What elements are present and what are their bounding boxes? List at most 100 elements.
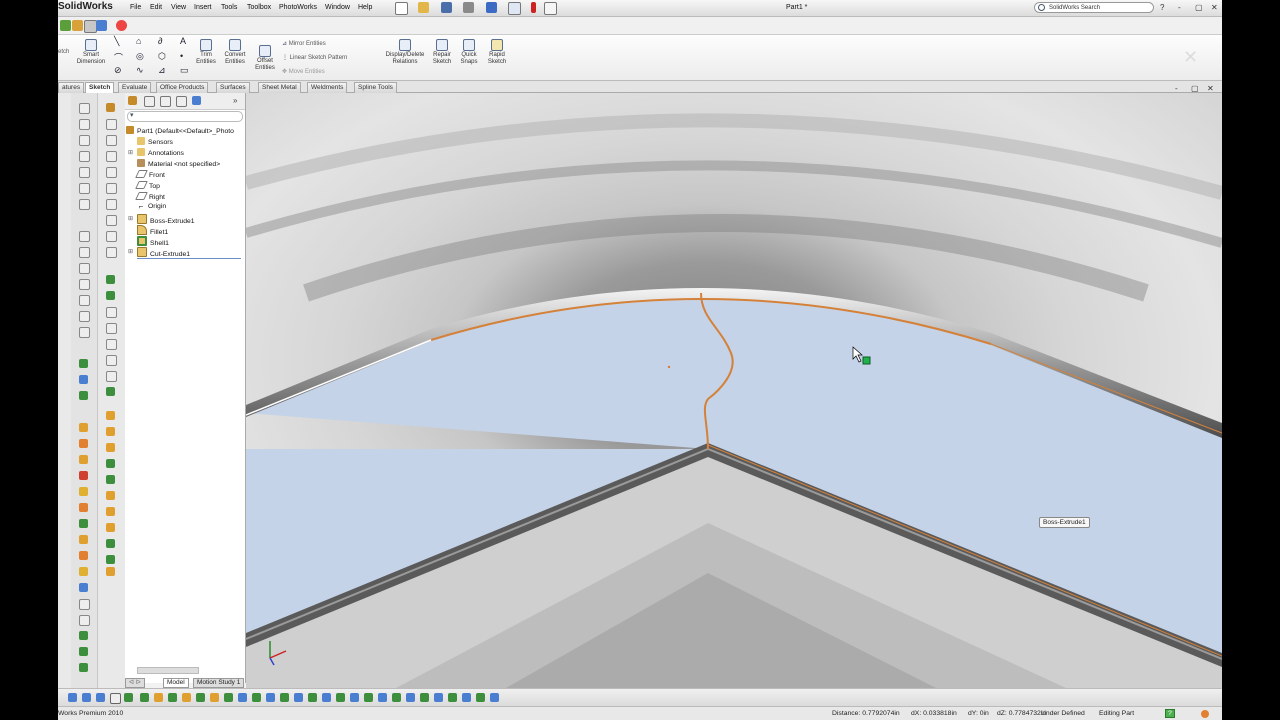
tool-icon[interactable] xyxy=(106,459,115,468)
expand-chevron-icon[interactable]: » xyxy=(233,96,237,105)
tool-icon[interactable] xyxy=(106,231,117,242)
toolbar-icon[interactable] xyxy=(96,693,105,702)
menu-window[interactable]: Window xyxy=(325,4,350,11)
feature-icon[interactable] xyxy=(79,359,88,368)
mirror-entities-button[interactable]: ⊿ Mirror Entities xyxy=(282,40,326,47)
toolbar-icon[interactable] xyxy=(140,693,149,702)
toolbar-icon[interactable] xyxy=(280,693,289,702)
sketch-entity-icon[interactable] xyxy=(79,183,90,194)
offset-entities-button[interactable]: Offset Entities xyxy=(252,45,278,72)
feature-icon[interactable] xyxy=(79,487,88,496)
fillet-tool-icon[interactable]: ⊿ xyxy=(158,65,166,76)
part-icon[interactable] xyxy=(72,20,83,31)
toolbar-icon[interactable] xyxy=(308,693,317,702)
menu-view[interactable]: View xyxy=(171,4,186,11)
feature-icon[interactable] xyxy=(79,583,88,592)
menu-insert[interactable]: Insert xyxy=(194,4,212,11)
maximize-button[interactable]: ▢ xyxy=(1195,3,1203,12)
feature-icon[interactable] xyxy=(79,503,88,512)
sketch-entity-icon[interactable] xyxy=(79,231,90,242)
text-tool-icon[interactable]: A xyxy=(180,36,186,46)
linear-pattern-button[interactable]: ⋮ Linear Sketch Pattern xyxy=(282,54,347,61)
feature-icon[interactable] xyxy=(79,471,88,480)
tool-icon[interactable] xyxy=(106,355,117,366)
curve-tool-icon[interactable]: ∿ xyxy=(136,65,144,76)
toolbar-icon[interactable] xyxy=(336,693,345,702)
tab-evaluate[interactable]: Evaluate xyxy=(118,82,152,93)
options-icon[interactable] xyxy=(96,20,107,31)
sketch-entity-icon[interactable] xyxy=(79,295,90,306)
tool-icon[interactable] xyxy=(106,555,115,564)
tool-icon[interactable] xyxy=(106,167,117,178)
tree-item-shell1[interactable]: Shell1 xyxy=(137,236,169,247)
tree-item-top-plane[interactable]: Top xyxy=(135,181,160,190)
tab-features[interactable]: atures xyxy=(58,82,85,93)
viewport-restore-button[interactable]: ▢ xyxy=(1191,84,1199,93)
circle-tool-icon[interactable]: ◎ xyxy=(136,51,144,62)
tree-item-origin[interactable]: ⌐ Origin xyxy=(137,203,166,211)
tree-item-sensors[interactable]: Sensors xyxy=(137,137,173,146)
toolbar-icon[interactable] xyxy=(168,693,177,702)
toolbar-icon[interactable] xyxy=(448,693,457,702)
menu-file[interactable]: File xyxy=(130,4,141,11)
tool-icon[interactable] xyxy=(106,539,115,548)
point-tool-icon[interactable]: • xyxy=(180,51,183,61)
rectangle-tool-icon[interactable]: ⌂ xyxy=(136,36,141,46)
toolbar-icon[interactable] xyxy=(110,693,121,704)
feature-icon[interactable] xyxy=(79,599,90,610)
tool-icon[interactable] xyxy=(106,475,115,484)
tree-item-cut-extrude1[interactable]: Cut-Extrude1 xyxy=(137,247,241,259)
open-folder-icon[interactable] xyxy=(418,2,429,13)
tree-item-boss-extrude1[interactable]: Boss-Extrude1 xyxy=(137,214,195,225)
toolbar-icon[interactable] xyxy=(238,693,247,702)
graphics-viewport[interactable]: Boss-Extrude1 xyxy=(246,93,1222,688)
viewport-minimize-button[interactable]: - xyxy=(1175,84,1178,93)
new-document-icon[interactable] xyxy=(395,2,408,15)
toolbar-icon[interactable] xyxy=(434,693,443,702)
feature-icon[interactable] xyxy=(79,375,88,384)
search-input[interactable]: SolidWorks Search xyxy=(1034,2,1154,13)
tab-sketch[interactable]: Sketch xyxy=(85,82,115,93)
viewport-close-button[interactable]: ✕ xyxy=(1207,84,1214,93)
feature-icon[interactable] xyxy=(79,615,90,626)
spline-tool-icon[interactable]: ∂ xyxy=(158,36,162,46)
feature-icon[interactable] xyxy=(79,551,88,560)
toolbar-icon[interactable] xyxy=(322,693,331,702)
tree-item-material[interactable]: Material <not specified> xyxy=(137,159,220,168)
file-properties-icon[interactable] xyxy=(544,2,557,15)
property-manager-icon[interactable] xyxy=(144,96,155,107)
ellipse-tool-icon[interactable]: ⊘ xyxy=(114,65,122,76)
dimxpert-icon[interactable] xyxy=(176,96,187,107)
tab-weldments[interactable]: Weldments xyxy=(307,82,348,93)
feature-icon[interactable] xyxy=(79,519,88,528)
feature-manager-icon[interactable] xyxy=(128,96,137,105)
feature-icon[interactable] xyxy=(79,647,88,656)
sketch-entity-icon[interactable] xyxy=(79,135,90,146)
toolbar-icon[interactable] xyxy=(182,693,191,702)
toolbar-icon[interactable] xyxy=(364,693,373,702)
sketch-entity-icon[interactable] xyxy=(79,167,90,178)
toolbar-icon[interactable] xyxy=(476,693,485,702)
rebuild-icon[interactable] xyxy=(531,2,536,13)
tree-filter-input[interactable]: ▾ xyxy=(127,111,243,122)
tool-icon[interactable] xyxy=(106,135,117,146)
tree-item-fillet1[interactable]: Fillet1 xyxy=(137,225,168,236)
sketch-entity-icon[interactable] xyxy=(79,151,90,162)
tree-root-part[interactable]: Part1 (Default<<Default>_Photo xyxy=(126,126,234,135)
tree-item-annotations[interactable]: Annotations xyxy=(137,148,184,157)
save-icon[interactable] xyxy=(441,2,452,13)
toolbar-icon[interactable] xyxy=(210,693,219,702)
convert-entities-button[interactable]: Convert Entities xyxy=(220,39,250,66)
sketch-entity-icon[interactable] xyxy=(79,327,90,338)
tree-item-front-plane[interactable]: Front xyxy=(135,170,165,179)
tab-office-products[interactable]: Office Products xyxy=(156,82,209,93)
menu-edit[interactable]: Edit xyxy=(150,4,162,11)
tool-icon[interactable] xyxy=(106,103,115,112)
tool-icon[interactable] xyxy=(106,443,115,452)
feature-icon[interactable] xyxy=(79,663,88,672)
sketch-point[interactable] xyxy=(667,365,671,369)
toolbar-icon[interactable] xyxy=(392,693,401,702)
toolbar-icon[interactable] xyxy=(420,693,429,702)
toolbar-icon[interactable] xyxy=(82,693,91,702)
sketch-entity-icon[interactable] xyxy=(79,199,90,210)
